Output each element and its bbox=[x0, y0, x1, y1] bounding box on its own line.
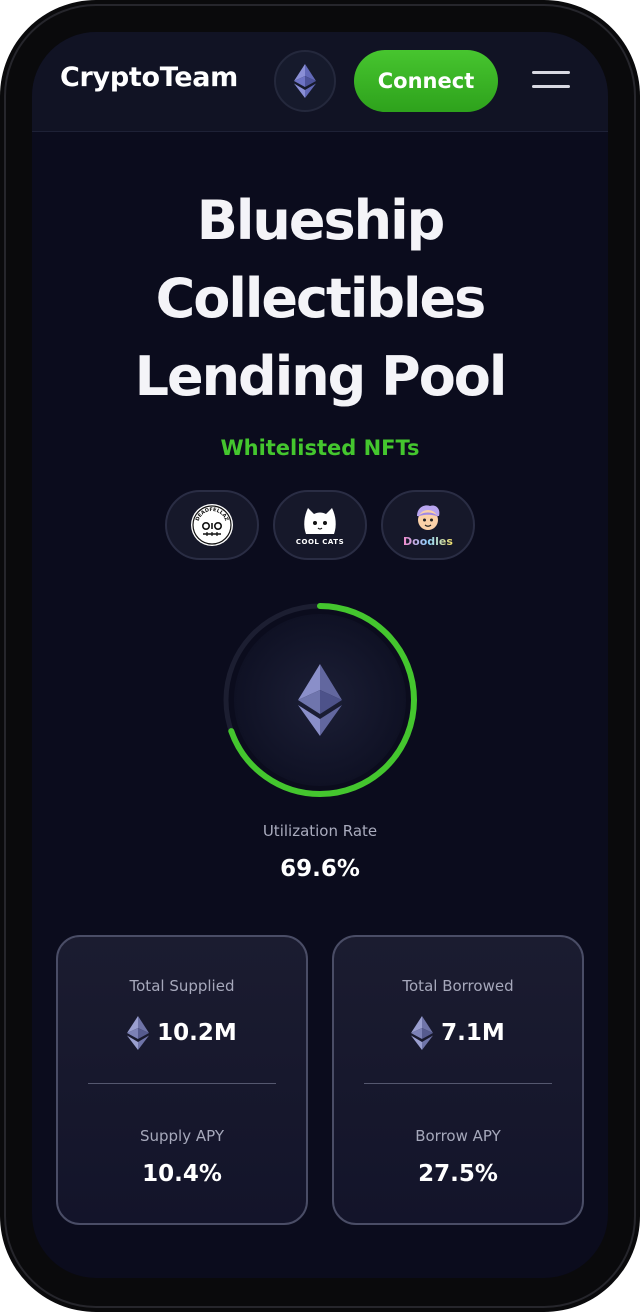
cool-cats-logo bbox=[304, 508, 336, 534]
nft-cool-cats[interactable]: COOL CATS bbox=[273, 490, 367, 560]
ethereum-icon bbox=[294, 64, 316, 98]
whitelisted-nfts-label: Whitelisted NFTs bbox=[220, 436, 420, 460]
utilization-rate-value: 69.6% bbox=[280, 856, 360, 882]
top-navbar: CryptoTeam Connect bbox=[32, 32, 608, 132]
page-title: Blueship Collectibles Lending Pool bbox=[32, 182, 608, 416]
nft-doodles[interactable]: Doodles bbox=[381, 490, 475, 560]
menu-line bbox=[532, 85, 570, 88]
app-screen: CryptoTeam Connect Blueship Collectibles… bbox=[32, 32, 608, 1278]
title-line: Lending Pool bbox=[134, 345, 508, 408]
supply-apy-value: 10.4% bbox=[142, 1161, 222, 1187]
total-borrowed-label: Total Borrowed bbox=[402, 977, 514, 995]
deadfellaz-logo: DEADFELLAZ bbox=[191, 504, 233, 546]
doodles-label: Doodles bbox=[403, 534, 453, 548]
title-line: Collectibles bbox=[155, 267, 487, 330]
card-divider bbox=[364, 1083, 552, 1084]
supply-apy-label: Supply APY bbox=[139, 1127, 225, 1145]
hamburger-menu-icon[interactable] bbox=[532, 68, 572, 92]
utilization-gauge bbox=[223, 603, 417, 797]
brand-logo[interactable]: CryptoTeam bbox=[60, 62, 238, 93]
borrow-apy-label: Borrow APY bbox=[415, 1127, 501, 1145]
menu-line bbox=[532, 71, 570, 74]
total-supplied-value: 10.2M bbox=[157, 1020, 237, 1046]
total-supplied-label: Total Supplied bbox=[129, 977, 235, 995]
total-borrowed-value: 7.1M bbox=[441, 1020, 505, 1046]
borrow-apy-value: 27.5% bbox=[418, 1161, 498, 1187]
title-line: Blueship bbox=[196, 189, 446, 252]
nft-collection-list: DEADFELLAZ COOL CATS Doodles bbox=[165, 490, 477, 560]
total-borrowed-amount: 7.1M bbox=[334, 1013, 582, 1053]
utilization-rate-label: Utilization Rate bbox=[262, 822, 378, 840]
network-button[interactable] bbox=[274, 50, 336, 112]
total-supplied-amount: 10.2M bbox=[58, 1013, 306, 1053]
cool-cats-label: COOL CATS bbox=[295, 538, 345, 546]
connect-wallet-button[interactable]: Connect bbox=[354, 50, 498, 112]
card-divider bbox=[88, 1083, 276, 1084]
total-supplied-card: Total Supplied 10.2M Supply APY 10.4% bbox=[56, 935, 308, 1225]
doodles-logo bbox=[417, 504, 440, 530]
nft-deadfellaz[interactable]: DEADFELLAZ bbox=[165, 490, 259, 560]
phone-frame: CryptoTeam Connect Blueship Collectibles… bbox=[0, 0, 640, 1312]
total-borrowed-card: Total Borrowed 7.1M Borrow APY 27.5% bbox=[332, 935, 584, 1225]
ethereum-icon bbox=[411, 1016, 434, 1050]
ethereum-icon bbox=[127, 1016, 150, 1050]
